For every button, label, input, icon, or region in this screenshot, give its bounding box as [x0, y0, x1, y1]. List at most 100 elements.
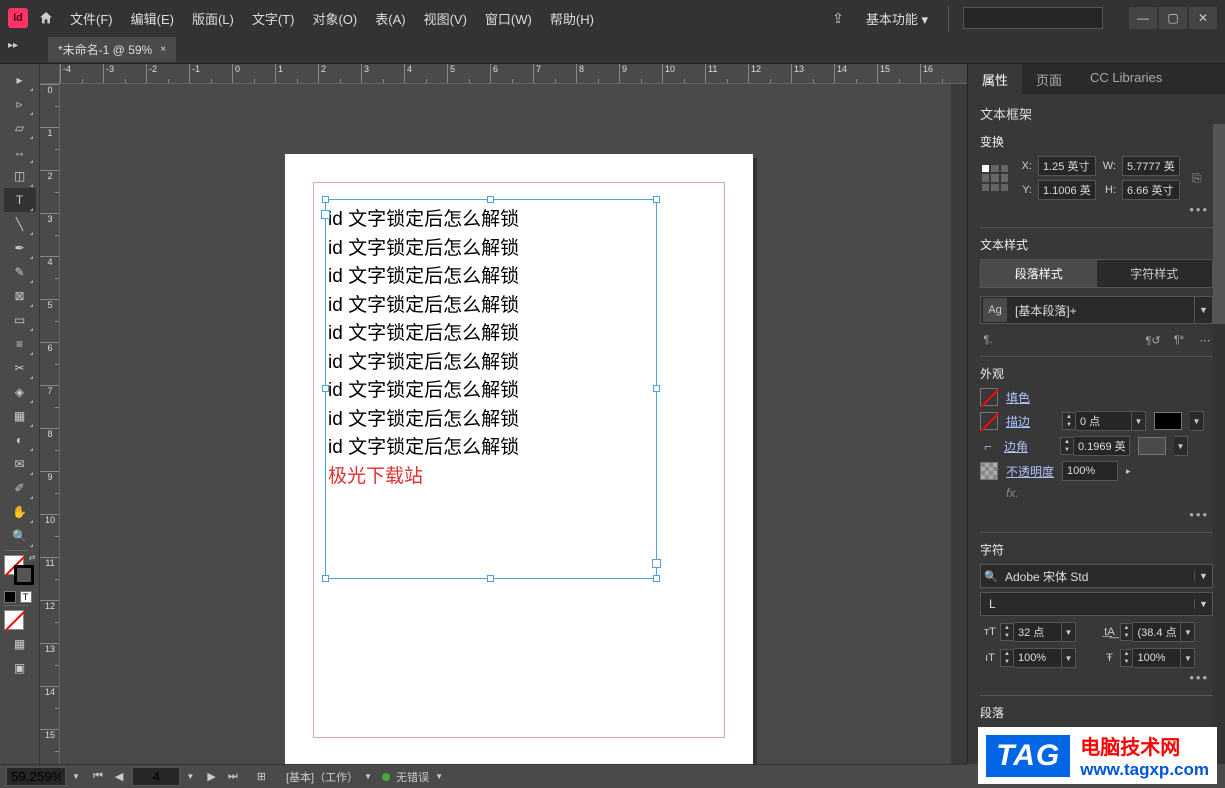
dropdown-icon[interactable]: ▼ — [1062, 622, 1076, 642]
dropdown-icon[interactable]: ▼ — [1194, 571, 1212, 581]
workspace-switcher[interactable]: 基本功能 ▾ — [858, 5, 949, 32]
page-number-input[interactable] — [132, 767, 180, 786]
gradient-feather-tool[interactable]: ◐ — [4, 428, 36, 452]
dropdown-icon[interactable]: ▼ — [1190, 411, 1204, 431]
line-tool[interactable]: ╲ — [4, 212, 36, 236]
font-style-select[interactable]: L ▼ — [980, 592, 1213, 616]
view-dropdown-icon[interactable]: ▼ — [364, 772, 376, 781]
reference-point-selector[interactable] — [980, 163, 1010, 193]
menu-item[interactable]: 编辑(E) — [127, 5, 178, 32]
opacity-label[interactable]: 不透明度 — [1006, 463, 1054, 480]
tab-cc-libraries[interactable]: CC Libraries — [1076, 64, 1176, 94]
more-options-icon[interactable]: ••• — [980, 200, 1213, 219]
opacity-input[interactable] — [1062, 461, 1118, 481]
zoom-input[interactable] — [6, 767, 66, 786]
constrain-proportions-icon[interactable]: ⎘ — [1192, 171, 1202, 186]
character-style-tab[interactable]: 字符样式 — [1097, 260, 1213, 287]
app-icon[interactable]: Id — [8, 8, 28, 28]
dropdown-icon[interactable]: ▼ — [1194, 599, 1212, 609]
paragraph-style-tab[interactable]: 段落样式 — [981, 260, 1097, 287]
dropdown-icon[interactable]: ▼ — [1174, 436, 1188, 456]
corner-shape-chip[interactable] — [1138, 437, 1166, 455]
close-button[interactable]: ✕ — [1189, 7, 1217, 29]
menu-item[interactable]: 文件(F) — [66, 5, 117, 32]
fx-label[interactable]: fx. — [1006, 486, 1019, 500]
search-input[interactable] — [963, 7, 1103, 29]
corner-size-input[interactable] — [1074, 436, 1130, 456]
text-in-port[interactable] — [321, 210, 330, 219]
content-collector[interactable]: ◫ — [4, 164, 36, 188]
home-icon[interactable] — [38, 10, 54, 26]
menu-item[interactable]: 帮助(H) — [546, 5, 598, 32]
x-input[interactable] — [1038, 156, 1096, 176]
menu-item[interactable]: 文字(T) — [248, 5, 299, 32]
corner-stepper[interactable]: ▲▼ — [1060, 437, 1074, 455]
gradient-swatch-tool[interactable]: ▦ — [4, 404, 36, 428]
resize-handle[interactable] — [487, 196, 494, 203]
vscale-stepper[interactable]: ▲▼ — [1000, 649, 1014, 667]
dropdown-icon[interactable]: ▼ — [1194, 297, 1212, 323]
resize-handle[interactable] — [487, 575, 494, 582]
vertical-scale-input[interactable] — [1014, 648, 1062, 668]
maximize-button[interactable]: ▢ — [1159, 7, 1187, 29]
preflight-status-icon[interactable] — [382, 773, 390, 781]
corner-label[interactable]: 边角 — [1004, 438, 1052, 455]
free-transform-tool[interactable]: ◈ — [4, 380, 36, 404]
stroke-weight-input[interactable] — [1076, 411, 1132, 431]
selection-tool[interactable]: ▸ — [4, 68, 36, 92]
y-input[interactable] — [1038, 180, 1096, 200]
paragraph-style-select[interactable]: Ag [基本段落]+ ▼ — [980, 296, 1213, 324]
canvas-viewport[interactable]: id 文字锁定后怎么解锁id 文字锁定后怎么解锁id 文字锁定后怎么解锁id 文… — [60, 84, 967, 764]
preflight-dropdown-icon[interactable]: ▼ — [435, 772, 447, 781]
rectangle-tool[interactable]: ▭ — [4, 308, 36, 332]
close-tab-icon[interactable]: × — [160, 44, 166, 55]
redefine-style-icon[interactable]: ¶* — [1171, 332, 1187, 348]
vertical-scrollbar[interactable] — [951, 84, 967, 764]
pencil-tool[interactable]: ✎ — [4, 260, 36, 284]
note-tool[interactable]: ✉ — [4, 452, 36, 476]
font-family-select[interactable]: 🔍 Adobe 宋体 Std ▼ — [980, 564, 1213, 588]
w-input[interactable] — [1122, 156, 1180, 176]
last-page-button[interactable]: ⏭ — [225, 770, 241, 783]
share-icon[interactable]: ⇪ — [832, 10, 844, 27]
prev-page-button[interactable]: ◀ — [112, 770, 126, 783]
page-tool[interactable]: ▱ — [4, 116, 36, 140]
hand-tool[interactable]: ✋ — [4, 500, 36, 524]
pen-tool[interactable]: ✒ — [4, 236, 36, 260]
horizontal-scale-input[interactable] — [1133, 648, 1181, 668]
hscale-stepper[interactable]: ▲▼ — [1120, 649, 1134, 667]
stroke-style-chip[interactable] — [1154, 412, 1182, 430]
first-page-button[interactable]: ⏮ — [90, 770, 106, 783]
type-tool[interactable]: T — [4, 188, 36, 212]
resize-handle[interactable] — [653, 575, 660, 582]
open-dialog-icon[interactable]: ⊞ — [257, 770, 266, 783]
direct-select-tool[interactable]: ▹ — [4, 92, 36, 116]
resize-handle[interactable] — [322, 196, 329, 203]
menu-item[interactable]: 视图(V) — [420, 5, 471, 32]
fill-swatch[interactable] — [980, 388, 998, 406]
text-out-port[interactable] — [652, 559, 661, 568]
horizontal-ruler[interactable]: -4-3-2-1012345678910111213141516 — [60, 64, 967, 84]
opacity-slider-icon[interactable]: ▸ — [1126, 466, 1131, 477]
stroke-label[interactable]: 描边 — [1006, 413, 1054, 430]
more-options-icon[interactable]: ••• — [980, 505, 1213, 524]
next-page-button[interactable]: ▶ — [204, 770, 218, 783]
dropdown-icon[interactable]: ▼ — [1181, 622, 1195, 642]
resize-handle[interactable] — [322, 385, 329, 392]
text-frame-selected[interactable]: id 文字锁定后怎么解锁id 文字锁定后怎么解锁id 文字锁定后怎么解锁id 文… — [325, 199, 657, 579]
vertical-ruler[interactable]: 0123456789101112131415 — [40, 84, 60, 764]
panel-scrollbar[interactable] — [1213, 124, 1225, 764]
zoom-tool[interactable]: 🔍 — [4, 524, 36, 548]
page[interactable]: id 文字锁定后怎么解锁id 文字锁定后怎么解锁id 文字锁定后怎么解锁id 文… — [285, 154, 753, 764]
leading-input[interactable] — [1133, 622, 1181, 642]
dropdown-icon[interactable]: ▼ — [1132, 411, 1146, 431]
gap-tool[interactable]: ↔ — [4, 140, 36, 164]
fill-label[interactable]: 填色 — [1006, 389, 1054, 406]
preflight-label[interactable]: 无错误 — [396, 769, 429, 785]
leading-stepper[interactable]: ▲▼ — [1120, 623, 1134, 641]
tab-pages[interactable]: 页面 — [1022, 64, 1076, 94]
document-tab[interactable]: *未命名-1 @ 59% × — [48, 37, 176, 62]
resize-handle[interactable] — [653, 196, 660, 203]
view-mode-normal[interactable]: ▦ — [4, 632, 36, 656]
zoom-dropdown-icon[interactable]: ▼ — [72, 772, 84, 781]
